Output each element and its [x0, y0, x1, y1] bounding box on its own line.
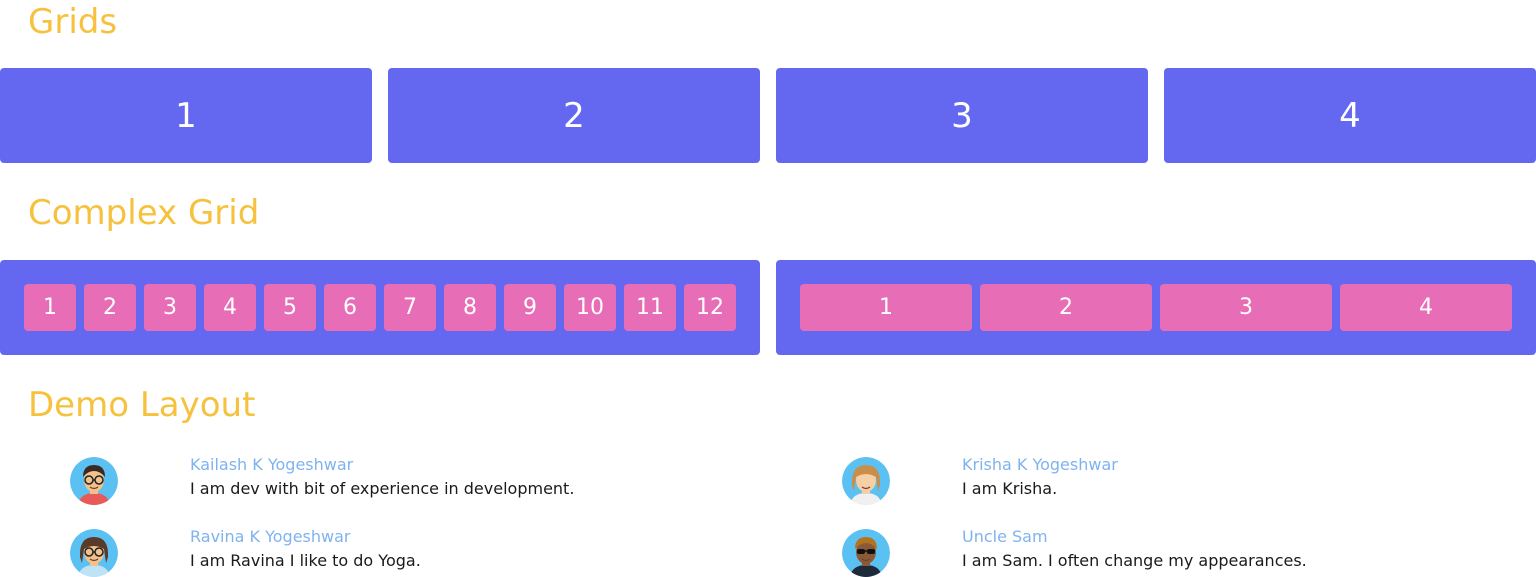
male-glasses-avatar-icon — [70, 457, 118, 505]
person-item: Ravina K Yogeshwar I am Ravina I like to … — [0, 519, 764, 577]
grid-cell: 3 — [1160, 284, 1332, 331]
person-name: Kailash K Yogeshwar — [190, 455, 354, 474]
grid-card-4: 4 — [1164, 68, 1536, 163]
grid-cell: 3 — [144, 284, 196, 331]
person-name: Uncle Sam — [962, 527, 1048, 546]
male-sunglasses-avatar-icon — [842, 529, 890, 577]
person-item: Kailash K Yogeshwar I am dev with bit of … — [0, 447, 764, 505]
complex-panel-12-columns: 1 2 3 4 5 6 7 8 9 10 11 12 — [0, 260, 760, 355]
grid-cell: 1 — [24, 284, 76, 331]
female-blonde-avatar-icon — [842, 457, 890, 505]
grid-cell: 2 — [84, 284, 136, 331]
person-bio: I am dev with bit of experience in devel… — [190, 479, 575, 498]
person-bio: I am Krisha. — [962, 479, 1058, 498]
grids-title: Grids — [28, 2, 118, 42]
grid-cell: 7 — [384, 284, 436, 331]
person-name: Ravina K Yogeshwar — [190, 527, 351, 546]
female-glasses-avatar-icon — [70, 529, 118, 577]
people-list: Kailash K Yogeshwar I am dev with bit of … — [0, 447, 1536, 577]
grid-card-2: 2 — [388, 68, 760, 163]
grid-cell: 4 — [204, 284, 256, 331]
simple-grid: 1 2 3 4 — [0, 68, 1536, 163]
grid-cell: 1 — [800, 284, 972, 331]
grid-cell: 6 — [324, 284, 376, 331]
demo-layout-title: Demo Layout — [28, 385, 256, 425]
complex-grid-title: Complex Grid — [28, 193, 260, 233]
grid-cell: 12 — [684, 284, 736, 331]
person-item: Uncle Sam I am Sam. I often change my app… — [772, 519, 1536, 577]
complex-grid: 1 2 3 4 5 6 7 8 9 10 11 12 1234 — [0, 260, 1536, 355]
grid-cell: 10 — [564, 284, 616, 331]
person-bio: I am Ravina I like to do Yoga. — [190, 551, 421, 570]
complex-panel-4-columns: 1234 — [776, 260, 1536, 355]
grid-card-3: 3 — [776, 68, 1148, 163]
grid-cell: 5 — [264, 284, 316, 331]
grid-card-1: 1 — [0, 68, 372, 163]
person-bio: I am Sam. I often change my appearances. — [962, 551, 1307, 570]
grid-cell: 2 — [980, 284, 1152, 331]
person-item: Krisha K Yogeshwar I am Krisha. — [772, 447, 1536, 505]
person-name: Krisha K Yogeshwar — [962, 455, 1118, 474]
grid-cell: 8 — [444, 284, 496, 331]
grid-cell: 4 — [1340, 284, 1512, 331]
grid-cell: 9 — [504, 284, 556, 331]
grid-cell: 11 — [624, 284, 676, 331]
